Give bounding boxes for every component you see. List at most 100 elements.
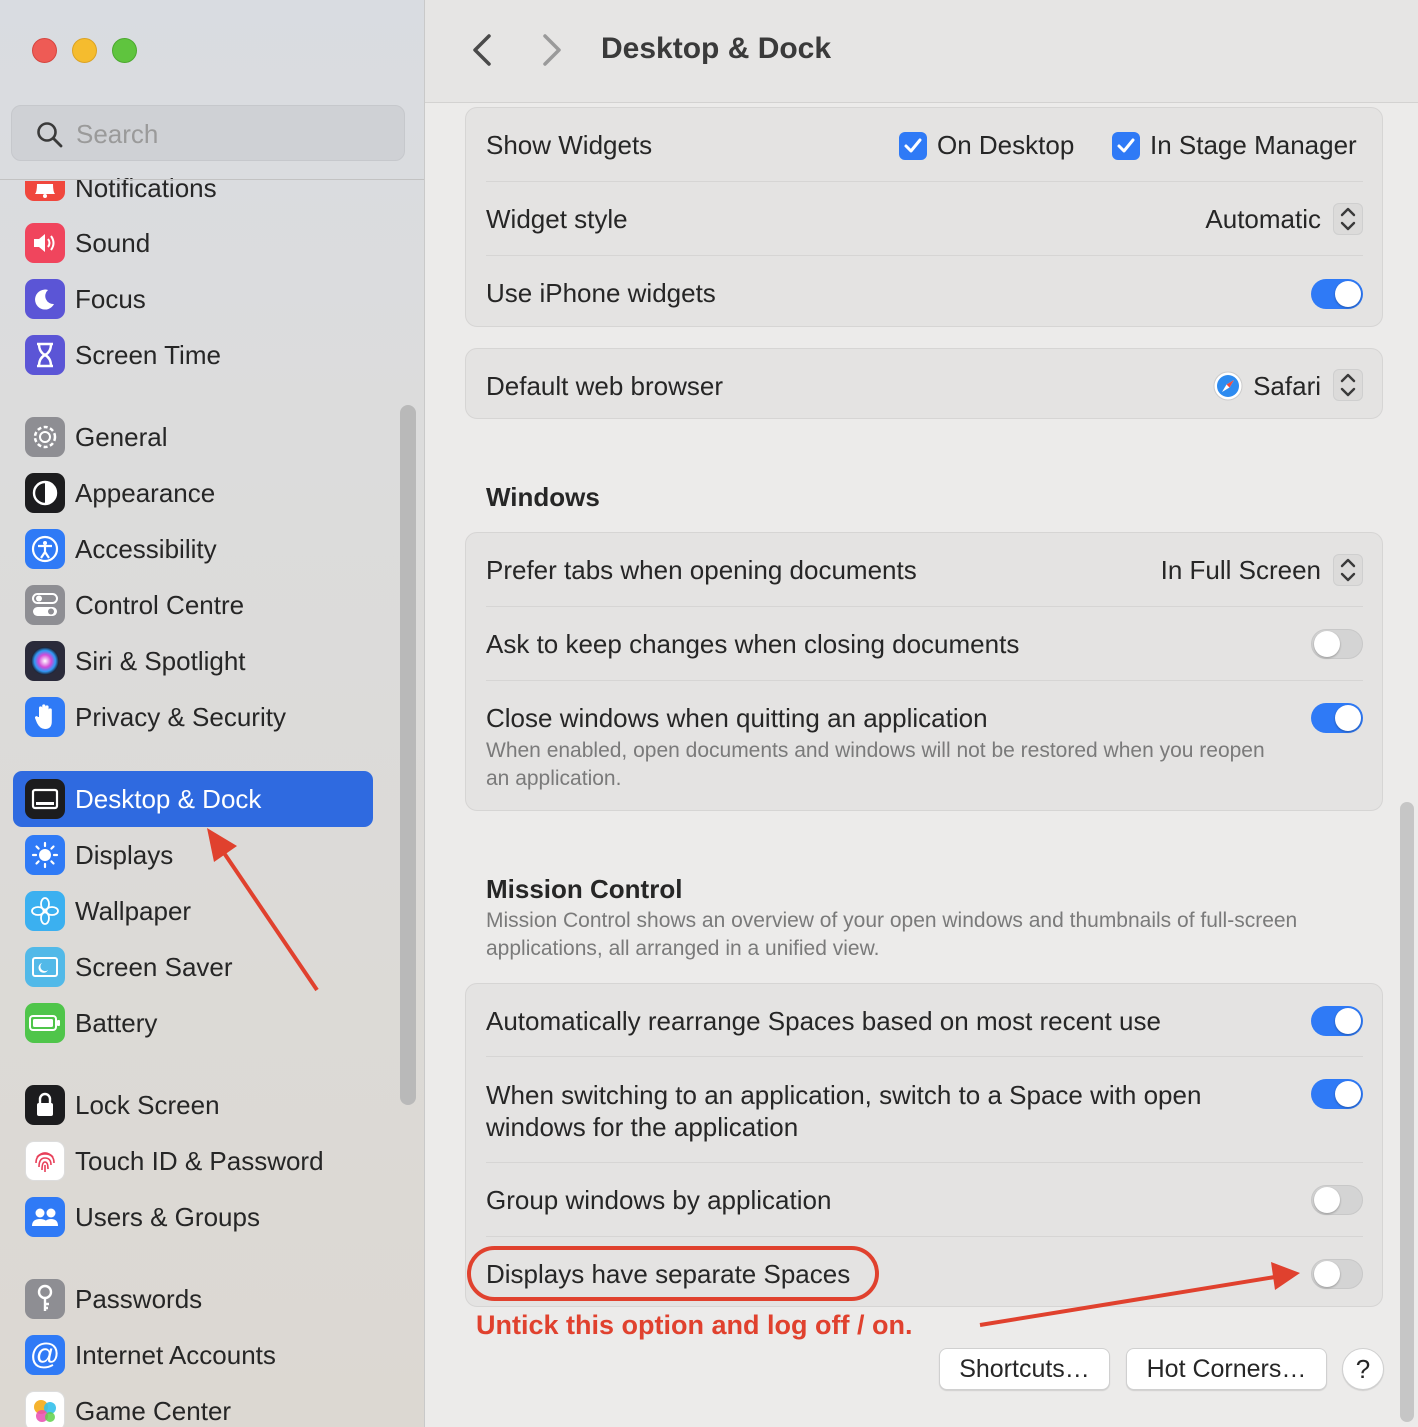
close-windows-row: Close windows when quitting an applicati…: [486, 681, 1363, 812]
sidebar-item-label: Internet Accounts: [75, 1340, 276, 1370]
sidebar-item-screen-time[interactable]: Screen Time: [13, 327, 373, 383]
key-icon: [25, 1279, 65, 1319]
screensaver-icon: [25, 947, 65, 987]
sidebar-item-users-groups[interactable]: Users & Groups: [13, 1189, 373, 1245]
separate-spaces-toggle[interactable]: [1311, 1259, 1363, 1289]
checkmark-icon: [904, 138, 922, 153]
prefer-tabs-row: Prefer tabs when opening documents In Fu…: [486, 533, 1363, 607]
sidebar-item-sound[interactable]: Sound: [13, 215, 373, 271]
sidebar-item-label: Screen Time: [75, 340, 221, 370]
dock-icon: [25, 779, 65, 819]
sidebar-item-label: General: [75, 422, 168, 452]
sidebar-item-game-center[interactable]: Game Center: [13, 1383, 373, 1427]
sidebar: Notifications Sound Focus Screen Time Ge…: [0, 0, 425, 1427]
close-windows-label: Close windows when quitting an applicati…: [486, 703, 988, 733]
forward-chevron-icon[interactable]: [535, 30, 569, 70]
sidebar-item-desktop-dock[interactable]: Desktop & Dock: [13, 771, 373, 827]
appearance-icon: [25, 473, 65, 513]
on-desktop-label: On Desktop: [937, 130, 1075, 160]
switch-space-toggle[interactable]: [1311, 1079, 1363, 1109]
hourglass-icon: [25, 335, 65, 375]
sidebar-item-battery[interactable]: Battery: [13, 995, 373, 1051]
bell-icon: [25, 181, 65, 201]
sidebar-item-label: Accessibility: [75, 534, 217, 564]
sidebar-item-siri-spotlight[interactable]: Siri & Spotlight: [13, 633, 373, 689]
show-widgets-row: Show Widgets On Desktop In Stage Manager: [486, 108, 1363, 182]
main-scrollbar[interactable]: [1400, 802, 1414, 1422]
up-down-chevron-icon: [1340, 558, 1356, 582]
close-window-button[interactable]: [32, 38, 57, 63]
lock-icon: [25, 1085, 65, 1125]
speaker-icon: [25, 223, 65, 263]
sidebar-item-lock-screen[interactable]: Lock Screen: [13, 1077, 373, 1133]
back-chevron-icon[interactable]: [465, 30, 499, 70]
sidebar-scrollbar[interactable]: [400, 405, 416, 1105]
ask-keep-row: Ask to keep changes when closing documen…: [486, 607, 1363, 681]
search-icon: [37, 122, 63, 148]
sidebar-item-accessibility[interactable]: Accessibility: [13, 521, 373, 577]
sidebar-item-notifications[interactable]: Notifications: [13, 159, 373, 215]
sidebar-item-touch-id[interactable]: Touch ID & Password: [13, 1133, 373, 1189]
page-title: Desktop & Dock: [601, 32, 832, 65]
sidebar-item-general[interactable]: General: [13, 409, 373, 465]
default-browser-popup[interactable]: [1333, 369, 1363, 401]
widgets-group: Show Widgets On Desktop In Stage Manager…: [465, 107, 1383, 327]
sidebar-item-label: Siri & Spotlight: [75, 646, 246, 676]
sidebar-item-internet-accounts[interactable]: @ Internet Accounts: [13, 1327, 373, 1383]
default-browser-value[interactable]: Safari: [1253, 371, 1321, 402]
widget-style-popup[interactable]: [1333, 203, 1363, 235]
users-icon: [25, 1197, 65, 1237]
stage-manager-checkbox[interactable]: [1112, 132, 1140, 160]
sidebar-item-label: Notifications: [75, 173, 217, 203]
sidebar-item-displays[interactable]: Displays: [13, 827, 373, 883]
widget-style-value[interactable]: Automatic: [1205, 204, 1321, 235]
prefer-tabs-popup[interactable]: [1333, 554, 1363, 586]
iphone-widgets-toggle[interactable]: [1311, 279, 1363, 309]
sidebar-item-label: Users & Groups: [75, 1202, 260, 1232]
group-windows-toggle[interactable]: [1311, 1185, 1363, 1215]
siri-icon: [25, 641, 65, 681]
sidebar-item-label: Sound: [75, 228, 151, 258]
sidebar-item-label: Privacy & Security: [75, 702, 286, 732]
toolbar: Desktop & Dock: [425, 0, 1418, 103]
search-input[interactable]: [76, 116, 376, 152]
sidebar-item-label: Displays: [75, 840, 174, 870]
gamecenter-icon: [25, 1391, 65, 1427]
fingerprint-icon: [25, 1141, 65, 1181]
auto-rearrange-row: Automatically rearrange Spaces based on …: [486, 984, 1363, 1057]
sidebar-item-label: Touch ID & Password: [75, 1146, 324, 1176]
show-widgets-label: Show Widgets: [486, 130, 653, 160]
up-down-chevron-icon: [1340, 373, 1356, 397]
minimize-window-button[interactable]: [72, 38, 97, 63]
annotation-text: Untick this option and log off / on.: [476, 1310, 913, 1340]
sidebar-item-label: Screen Saver: [75, 952, 233, 982]
ask-keep-toggle[interactable]: [1311, 629, 1363, 659]
at-icon: @: [25, 1335, 65, 1375]
browser-group: Default web browser Safari: [465, 348, 1383, 419]
sidebar-item-wallpaper[interactable]: Wallpaper: [13, 883, 373, 939]
sidebar-item-passwords[interactable]: Passwords: [13, 1271, 373, 1327]
toggles-icon: [25, 585, 65, 625]
auto-rearrange-toggle[interactable]: [1311, 1006, 1363, 1036]
search-field[interactable]: [11, 105, 405, 161]
sidebar-item-label: Wallpaper: [75, 896, 192, 926]
sidebar-item-screen-saver[interactable]: Screen Saver: [13, 939, 373, 995]
help-button[interactable]: ?: [1342, 1348, 1384, 1390]
sidebar-item-label: Lock Screen: [75, 1090, 220, 1120]
hot-corners-button[interactable]: Hot Corners…: [1126, 1348, 1327, 1390]
flower-icon: [25, 891, 65, 931]
zoom-window-button[interactable]: [112, 38, 137, 63]
sidebar-item-control-centre[interactable]: Control Centre: [13, 577, 373, 633]
mission-control-description: Mission Control shows an overview of you…: [486, 909, 1298, 960]
shortcuts-button[interactable]: Shortcuts…: [939, 1348, 1110, 1390]
sidebar-item-label: Game Center: [75, 1396, 232, 1426]
sidebar-item-focus[interactable]: Focus: [13, 271, 373, 327]
sidebar-item-appearance[interactable]: Appearance: [13, 465, 373, 521]
prefer-tabs-value[interactable]: In Full Screen: [1161, 555, 1321, 586]
auto-rearrange-label: Automatically rearrange Spaces based on …: [486, 1006, 1161, 1036]
moon-icon: [25, 279, 65, 319]
close-windows-toggle[interactable]: [1311, 703, 1363, 733]
sidebar-item-privacy-security[interactable]: Privacy & Security: [13, 689, 373, 745]
checkmark-icon: [1117, 138, 1135, 153]
on-desktop-checkbox[interactable]: [899, 132, 927, 160]
